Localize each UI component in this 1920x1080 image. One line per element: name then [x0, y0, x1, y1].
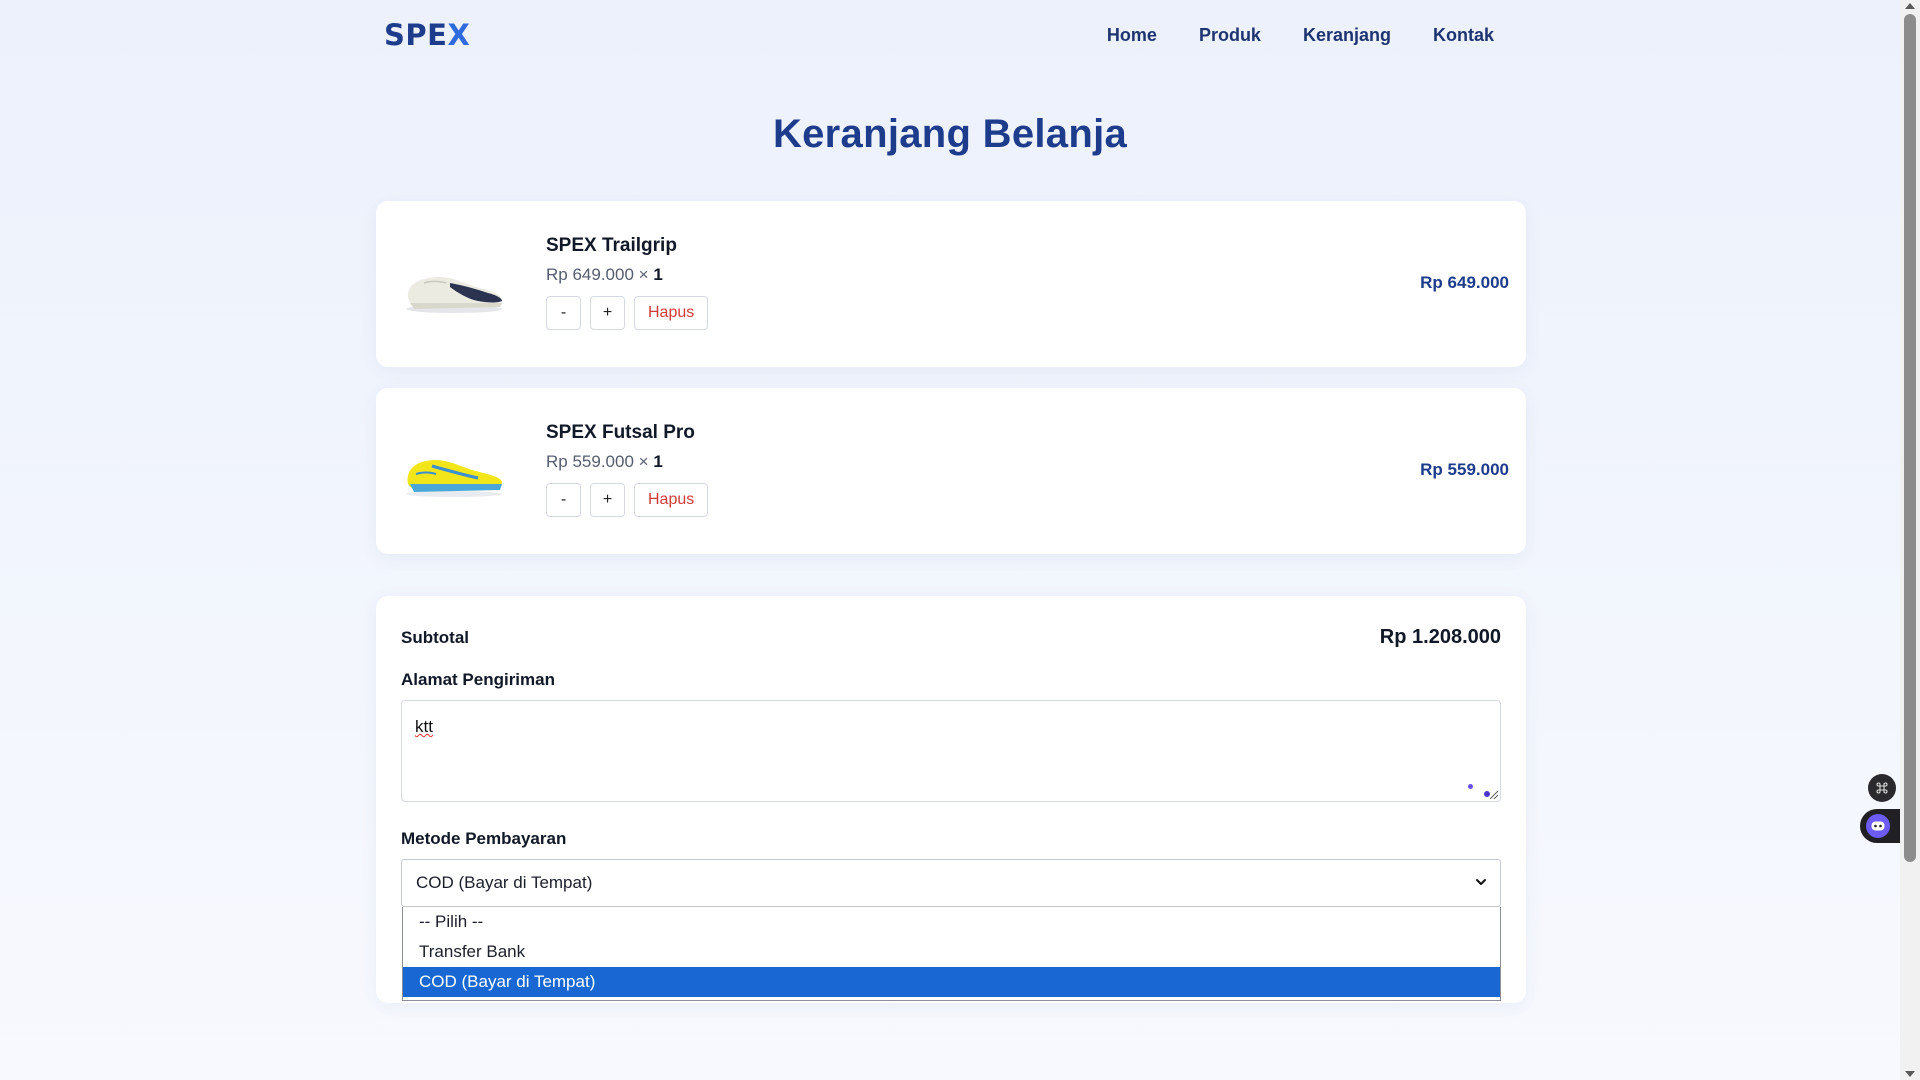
- page: SPEX Home Produk Keranjang Kontak Keranj…: [0, 0, 1920, 1080]
- address-label: Alamat Pengiriman: [401, 670, 555, 689]
- scroll-down-icon[interactable]: [1905, 1071, 1915, 1077]
- scroll-up-icon[interactable]: [1905, 3, 1915, 9]
- item-actions: - + Hapus: [546, 296, 709, 330]
- page-title: Keranjang Belanja: [772, 112, 1128, 156]
- nav-link-produk[interactable]: Produk: [1199, 25, 1261, 46]
- item-unit-price: Rp 559.000 × 1: [546, 452, 663, 471]
- decrease-qty-button[interactable]: -: [546, 483, 581, 517]
- scroll-thumb[interactable]: [1904, 14, 1916, 862]
- payment-dropdown-list: -- Pilih -- Transfer Bank COD (Bayar di …: [402, 907, 1501, 1001]
- item-actions: - + Hapus: [546, 483, 709, 517]
- nav-link-keranjang[interactable]: Keranjang: [1303, 25, 1391, 46]
- item-total: Rp 559.000: [1420, 460, 1509, 479]
- nav-link-kontak[interactable]: Kontak: [1433, 25, 1494, 46]
- bot-face-icon: [1866, 814, 1890, 838]
- remove-item-button[interactable]: Hapus: [634, 296, 709, 330]
- sneaker-yellow-icon: [406, 460, 502, 497]
- address-value: ktt: [415, 717, 433, 736]
- cart-item: SPEX Futsal Pro Rp 559.000 × 1 - + Hapus…: [376, 388, 1526, 554]
- payment-option[interactable]: -- Pilih --: [403, 907, 1500, 937]
- item-info: SPEX Trailgrip Rp 649.000 × 1 - + Hapus: [546, 235, 709, 330]
- item-info: SPEX Futsal Pro Rp 559.000 × 1 - + Hapus: [546, 422, 709, 517]
- item-name: SPEX Trailgrip: [546, 235, 677, 256]
- item-name: SPEX Futsal Pro: [546, 422, 695, 443]
- payment-option[interactable]: Transfer Bank: [403, 937, 1500, 967]
- extension-dot-icon: [1468, 784, 1473, 789]
- subtotal-row: Subtotal Rp 1.208.000: [401, 626, 1501, 649]
- subtotal-label: Subtotal: [401, 627, 469, 647]
- nav-link-home[interactable]: Home: [1107, 25, 1157, 46]
- sneaker-white-icon: [406, 277, 502, 313]
- chevron-down-icon: [1476, 879, 1486, 885]
- cart-item: SPEX Trailgrip Rp 649.000 × 1 - + Hapus …: [376, 201, 1526, 367]
- decrease-qty-button[interactable]: -: [546, 296, 581, 330]
- item-total: Rp 649.000: [1420, 273, 1509, 292]
- page-scrollbar[interactable]: [1900, 0, 1920, 1080]
- command-icon[interactable]: [1868, 774, 1896, 802]
- payment-method-select[interactable]: COD (Bayar di Tempat): [401, 859, 1501, 907]
- item-qty: 1: [653, 265, 663, 284]
- dropdown-bottom-edge: [403, 997, 1500, 1000]
- address-textarea[interactable]: ktt: [401, 700, 1501, 802]
- increase-qty-button[interactable]: +: [590, 483, 625, 517]
- brand-logo[interactable]: SPEX: [384, 18, 470, 52]
- increase-qty-button[interactable]: +: [590, 296, 625, 330]
- nav-links: Home Produk Keranjang Kontak: [1107, 25, 1494, 46]
- item-unit-price: Rp 649.000 × 1: [546, 265, 663, 284]
- subtotal-value: Rp 1.208.000: [1379, 626, 1501, 648]
- payment-selected-value: COD (Bayar di Tempat): [416, 873, 593, 892]
- remove-item-button[interactable]: Hapus: [634, 483, 709, 517]
- assistant-widget[interactable]: [1860, 809, 1902, 843]
- top-nav: SPEX Home Produk Keranjang Kontak: [376, 0, 1516, 70]
- payment-option-selected[interactable]: COD (Bayar di Tempat): [403, 967, 1500, 997]
- item-qty: 1: [653, 452, 663, 471]
- payment-label: Metode Pembayaran: [401, 829, 567, 848]
- resize-handle-icon[interactable]: [1490, 791, 1498, 799]
- order-summary: Subtotal Rp 1.208.000 Alamat Pengiriman …: [376, 596, 1526, 1003]
